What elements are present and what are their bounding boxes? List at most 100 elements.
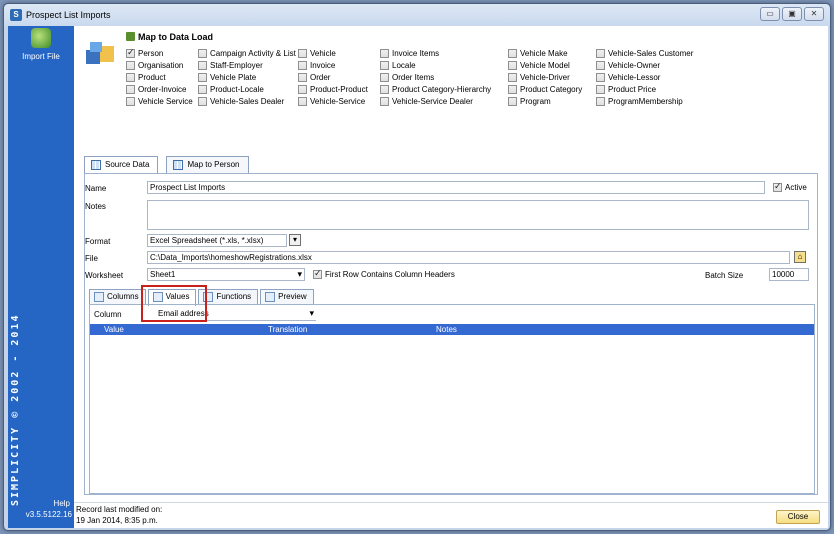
help-link[interactable]: Help xyxy=(8,499,70,508)
entity-checkbox[interactable]: ProgramMembership xyxy=(596,96,683,107)
entity-checkbox[interactable]: Product-Product xyxy=(298,84,368,95)
minimize-button[interactable]: ▭ xyxy=(760,7,780,21)
brand-text: SIMPLICITY © 2002 - 2014 xyxy=(10,313,21,507)
entity-checkbox[interactable]: Product Price xyxy=(596,84,656,95)
entity-checkbox[interactable]: Person xyxy=(126,47,163,59)
checkbox-box xyxy=(380,85,389,94)
checkbox-box xyxy=(126,97,135,106)
checkbox-box xyxy=(596,73,605,82)
close-button[interactable]: Close xyxy=(776,510,820,524)
entity-label: Locale xyxy=(392,61,416,70)
entity-label: Product xyxy=(138,73,166,82)
app-icon: S xyxy=(10,9,22,21)
checkbox-box xyxy=(126,61,135,70)
checkbox-box xyxy=(198,73,207,82)
column-label: Column xyxy=(94,310,122,319)
notes-field[interactable] xyxy=(147,200,809,230)
checkbox-box xyxy=(298,73,307,82)
entity-checkbox[interactable]: Campaign Activity & List xyxy=(198,48,296,59)
checkbox-box xyxy=(596,61,605,70)
map-icon xyxy=(173,160,184,170)
browse-folder-icon[interactable]: ⌂ xyxy=(794,251,806,263)
entity-label: Vehicle Service xyxy=(138,97,193,106)
entity-checkbox[interactable]: Order xyxy=(298,72,330,83)
name-field[interactable]: Prospect List Imports xyxy=(147,181,765,194)
window-title: Prospect List Imports xyxy=(26,10,111,20)
entity-label: Invoice Items xyxy=(392,49,440,58)
entity-checkbox[interactable]: Order-Invoice xyxy=(126,84,186,95)
entity-checkbox[interactable]: Vehicle-Driver xyxy=(508,72,570,83)
format-select[interactable]: Excel Spreadsheet (*.xls, *.xlsx) xyxy=(147,234,287,247)
columns-icon xyxy=(94,292,104,302)
entity-checkbox[interactable]: Organisation xyxy=(126,60,183,71)
entity-checkbox[interactable]: Invoice xyxy=(298,60,335,71)
entity-checkbox[interactable]: Vehicle Make xyxy=(508,48,568,59)
entity-label: Vehicle-Sales Dealer xyxy=(210,97,285,106)
entity-checkbox[interactable]: Order Items xyxy=(380,72,434,83)
file-field[interactable]: C:\Data_Imports\homeshowRegistrations.xl… xyxy=(147,251,790,264)
batch-size-label: Batch Size xyxy=(705,271,744,280)
entity-checkbox[interactable]: Product Category-Hierarchy xyxy=(380,84,491,95)
tab-source-data[interactable]: Source Data xyxy=(84,156,159,174)
entity-label: Order Items xyxy=(392,73,435,82)
maximize-button[interactable]: ▣ xyxy=(782,7,802,21)
checkbox-box xyxy=(773,181,782,192)
checkbox-box xyxy=(198,97,207,106)
checkbox-box xyxy=(126,47,135,58)
grid-header-notes[interactable]: Notes xyxy=(436,325,457,334)
worksheet-label: Worksheet xyxy=(85,271,124,280)
file-label: File xyxy=(85,254,98,263)
entity-checkbox[interactable]: Vehicle-Lessor xyxy=(596,72,660,83)
entity-checkbox[interactable]: Vehicle-Service xyxy=(298,96,365,107)
first-row-headers-checkbox[interactable]: First Row Contains Column Headers xyxy=(313,268,455,280)
subtab-functions[interactable]: Functions xyxy=(198,289,259,304)
entity-label: Campaign Activity & List xyxy=(210,49,296,58)
entity-checkbox[interactable]: Vehicle xyxy=(298,48,336,59)
entity-label: Vehicle-Lessor xyxy=(608,73,661,82)
checkbox-box xyxy=(313,268,322,279)
last-modified-date: 19 Jan 2014, 8:35 p.m. xyxy=(76,516,158,525)
check-icon xyxy=(126,32,135,41)
checkbox-box xyxy=(380,73,389,82)
checkbox-box xyxy=(508,73,517,82)
entity-label: Product Category xyxy=(520,85,583,94)
entity-checkbox[interactable]: Vehicle Model xyxy=(508,60,570,71)
name-label: Name xyxy=(85,184,107,193)
checkbox-box xyxy=(198,61,207,70)
grid-header-translation[interactable]: Translation xyxy=(268,325,307,334)
map-data-icon xyxy=(86,42,114,64)
checkbox-box xyxy=(508,97,517,106)
subtab-columns[interactable]: Columns xyxy=(89,289,146,304)
entity-checkbox[interactable]: Vehicle-Service Dealer xyxy=(380,96,473,107)
checkbox-box xyxy=(126,85,135,94)
entity-label: Order-Invoice xyxy=(138,85,187,94)
close-window-button[interactable]: ✕ xyxy=(804,7,824,21)
checkbox-box xyxy=(198,85,207,94)
entity-checkbox[interactable]: Locale xyxy=(380,60,416,71)
entity-checkbox[interactable]: Product-Locale xyxy=(198,84,264,95)
entity-checkbox[interactable]: Invoice Items xyxy=(380,48,439,59)
grid-header-value[interactable]: Value xyxy=(104,325,124,334)
checkbox-box xyxy=(508,85,517,94)
entity-checkbox[interactable]: Vehicle-Owner xyxy=(596,60,660,71)
checkbox-box xyxy=(380,49,389,58)
active-checkbox[interactable]: Active xyxy=(773,181,807,193)
entity-checkbox[interactable]: Vehicle-Sales Customer xyxy=(596,48,693,59)
entity-checkbox[interactable]: Staff-Employer xyxy=(198,60,263,71)
batch-size-field[interactable]: 10000 xyxy=(769,268,809,281)
worksheet-select[interactable]: Sheet1 xyxy=(147,268,305,281)
subtab-preview[interactable]: Preview xyxy=(260,289,314,304)
entity-checkbox[interactable]: Vehicle-Sales Dealer xyxy=(198,96,284,107)
entity-checkbox[interactable]: Product xyxy=(126,72,166,83)
import-file-button[interactable]: Import File xyxy=(8,28,74,61)
entity-checkbox[interactable]: Program xyxy=(508,96,551,107)
checkbox-box xyxy=(380,97,389,106)
checkbox-box xyxy=(380,61,389,70)
values-panel: Column Email address Value Translation N… xyxy=(89,304,815,494)
entity-checkbox[interactable]: Product Category xyxy=(508,84,582,95)
entity-checkbox[interactable]: Vehicle Service xyxy=(126,96,193,107)
format-dropdown-button[interactable]: ▾ xyxy=(289,234,301,246)
tab-map-to-person[interactable]: Map to Person xyxy=(166,156,249,174)
title-bar[interactable]: S Prospect List Imports ▭ ▣ ✕ xyxy=(4,4,830,26)
entity-checkbox[interactable]: Vehicle Plate xyxy=(198,72,256,83)
